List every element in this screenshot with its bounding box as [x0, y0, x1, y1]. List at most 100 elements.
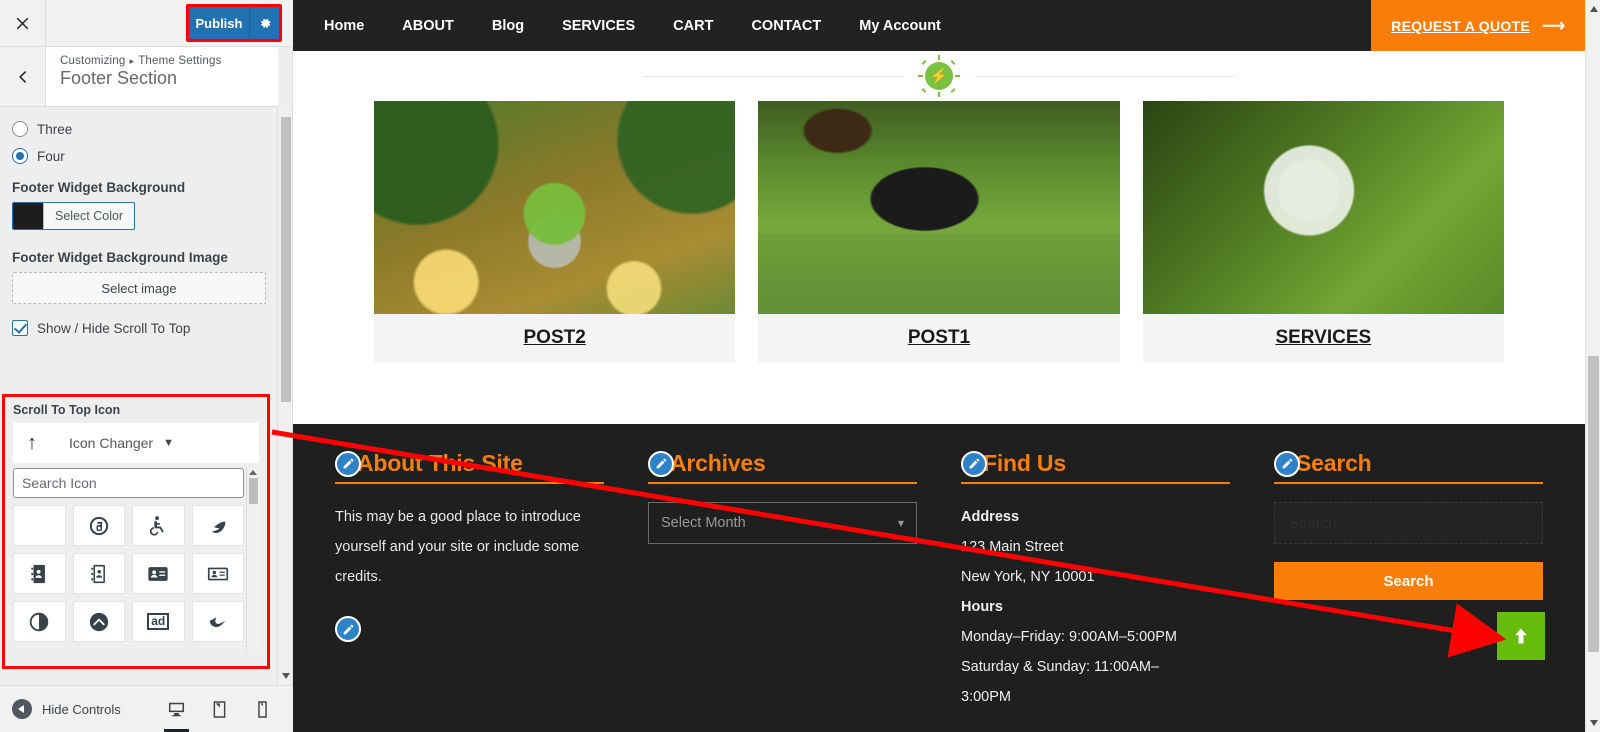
screen: Publish Customizing ▸ Theme Settings Foo… — [0, 0, 1600, 732]
scroll-up-icon[interactable] — [249, 470, 257, 475]
scroll-to-top-icon-group: Scroll To Top Icon ↑ Icon Changer ▼ Sear… — [2, 394, 270, 669]
swoosh-glyph — [209, 616, 226, 627]
address-card-outline-icon[interactable] — [191, 553, 244, 594]
angle-up-circle-icon[interactable] — [72, 601, 125, 642]
footer-search-submit-button[interactable]: Search — [1274, 562, 1543, 600]
post-card[interactable]: POST1 — [758, 101, 1120, 362]
customizer-controls: Three Four Footer Widget Background Sele… — [0, 107, 278, 685]
chevron-down-icon: ▾ — [897, 516, 904, 530]
pencil-glyph — [656, 458, 666, 469]
select-image-button[interactable]: Select image — [12, 272, 266, 304]
footer-widget-body: This may be a good place to introduce yo… — [335, 509, 581, 585]
scrollbar-down-icon[interactable] — [1590, 720, 1598, 726]
edit-pencil-icon[interactable] — [335, 616, 361, 642]
scrollbar-up-icon[interactable] — [1590, 6, 1598, 12]
gear-icon[interactable] — [249, 7, 279, 39]
divider-line-left — [643, 75, 903, 77]
swoosh-icon[interactable] — [191, 601, 244, 642]
desktop-preview-icon[interactable] — [164, 700, 189, 732]
wheelchair-icon[interactable] — [132, 505, 185, 546]
footer-widget-rule — [1274, 482, 1543, 484]
edit-pencil-icon[interactable] — [648, 450, 674, 477]
lightning-bolt-icon: ⚡ — [918, 55, 960, 97]
icon-changer-label: Icon Changer — [69, 435, 154, 451]
customizer-scrollbar[interactable] — [277, 107, 292, 685]
edit-pencil-icon[interactable] — [335, 450, 361, 477]
adjust-icon[interactable] — [13, 601, 66, 642]
address-book-outline-icon[interactable] — [72, 553, 125, 594]
hours-weekend-end: 3:00PM — [961, 689, 1011, 705]
footer-search-input[interactable]: Search — [1274, 502, 1543, 544]
nav-link-blog[interactable]: Blog — [473, 18, 543, 34]
footer-widget-rule — [648, 482, 917, 484]
scroll-thumb[interactable] — [248, 478, 258, 504]
fingerprint-500px-icon[interactable] — [72, 505, 125, 546]
color-swatch[interactable] — [13, 203, 43, 229]
tablet-preview-icon[interactable] — [209, 700, 230, 719]
back-button[interactable] — [0, 47, 46, 106]
site-navigation: Home ABOUT Blog SERVICES CART CONTACT My… — [293, 0, 1585, 51]
hours-weekday: Monday–Friday: 9:00AM–5:00PM — [961, 629, 1177, 645]
nav-link-home[interactable]: Home — [305, 18, 383, 34]
blank-icon[interactable] — [13, 505, 66, 546]
hide-controls-button[interactable]: Hide Controls — [12, 699, 121, 719]
edit-pencil-icon[interactable] — [961, 450, 987, 477]
search-icon-input[interactable] — [13, 468, 244, 498]
scroll-to-top-button[interactable] — [1497, 612, 1545, 660]
close-icon[interactable] — [0, 0, 46, 46]
footer-extra-edit-wrap — [335, 616, 604, 642]
adjust-glyph — [30, 612, 49, 631]
browser-scrollbar[interactable] — [1585, 0, 1600, 732]
nav-link-services[interactable]: SERVICES — [543, 18, 654, 34]
icon-picker-panel: ad — [13, 468, 259, 653]
select-month-dropdown[interactable]: Select Month ▾ — [648, 502, 917, 544]
breadcrumb-parent[interactable]: Theme Settings — [138, 55, 221, 67]
accessible-icon[interactable] — [191, 505, 244, 546]
nav-link-about[interactable]: ABOUT — [383, 18, 473, 34]
post-card-title[interactable]: POST2 — [374, 314, 735, 362]
footer-columns-field: Three Four Footer Widget Background Sele… — [0, 107, 278, 336]
footer-widget-heading: Archives — [648, 450, 917, 477]
customizer-header: Customizing ▸ Theme Settings Footer Sectio… — [0, 47, 278, 107]
customizer-scroll-thumb[interactable] — [281, 117, 291, 402]
radio-option-three[interactable]: Three — [12, 121, 266, 137]
nav-link-my-account[interactable]: My Account — [840, 18, 960, 34]
footer-widget-grid: About This Site This may be a good place… — [335, 450, 1543, 712]
mobile-preview-icon[interactable] — [252, 700, 273, 719]
footer-widget-title: About This Site — [357, 450, 523, 476]
footer-widget-bg-image-label: Footer Widget Background Image — [12, 250, 228, 265]
publish-button[interactable]: Publish — [189, 7, 249, 39]
show-hide-scroll-to-top-row[interactable]: Show / Hide Scroll To Top — [12, 320, 266, 336]
radio-three-label: Three — [37, 121, 73, 137]
radio-three[interactable] — [12, 121, 28, 137]
nav-link-cart[interactable]: CART — [654, 18, 732, 34]
radio-four[interactable] — [12, 148, 28, 164]
customizer-sidebar: Publish Customizing ▸ Theme Settings Foo… — [0, 0, 293, 732]
address-card-solid-icon[interactable] — [132, 553, 185, 594]
browser-scroll-thumb[interactable] — [1588, 356, 1599, 652]
breadcrumb-root[interactable]: Customizing — [60, 55, 125, 67]
show-hide-scroll-to-top-checkbox[interactable] — [12, 320, 28, 336]
footer-search-placeholder: Search — [1289, 514, 1337, 532]
nav-link-contact[interactable]: CONTACT — [732, 18, 840, 34]
hide-controls-label: Hide Controls — [42, 701, 121, 717]
post-card[interactable]: POST2 — [374, 101, 736, 362]
select-color-button[interactable]: Select Color — [43, 203, 135, 229]
post-card[interactable]: SERVICES — [1142, 101, 1504, 362]
arrow-right-icon: ⟶ — [1542, 17, 1565, 35]
radio-option-four[interactable]: Four — [12, 148, 266, 164]
post-card-title[interactable]: SERVICES — [1143, 314, 1504, 362]
address-book-solid-icon[interactable] — [13, 553, 66, 594]
pencil-glyph — [343, 624, 353, 634]
edit-pencil-icon[interactable] — [1274, 450, 1300, 477]
preview-spacer — [293, 362, 1585, 424]
scroll-down-icon[interactable] — [282, 673, 290, 679]
footer-widget-background-picker[interactable]: Select Color — [12, 202, 136, 230]
icon-changer-dropdown[interactable]: ↑ Icon Changer ▼ — [13, 423, 259, 463]
post-card-title[interactable]: POST1 — [758, 314, 1119, 362]
tablet-glyph — [213, 700, 226, 718]
address-street: 123 Main Street — [961, 539, 1064, 555]
request-a-quote-button[interactable]: REQUEST A QUOTE ⟶ — [1371, 0, 1585, 51]
icon-grid-scrollbar[interactable] — [246, 468, 259, 653]
ad-icon[interactable]: ad — [132, 601, 185, 642]
